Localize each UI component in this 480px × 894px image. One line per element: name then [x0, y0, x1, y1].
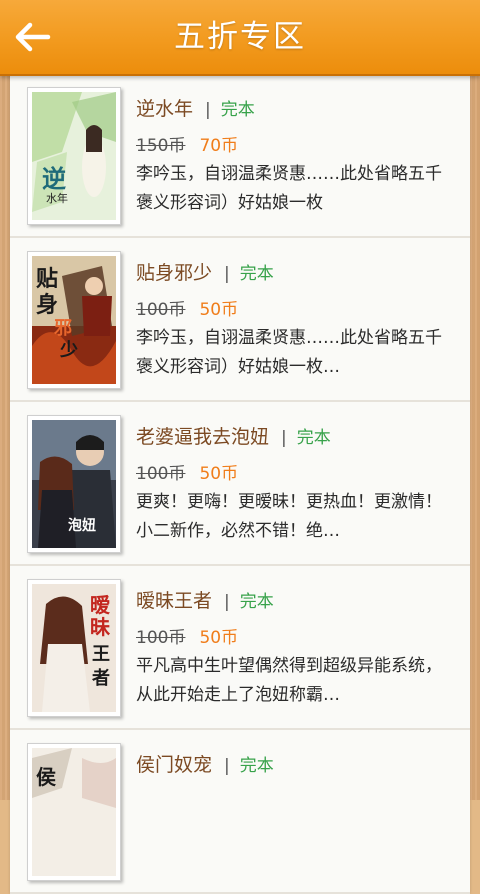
original-price: 100币 [136, 628, 186, 648]
status-badge: 完本 [239, 592, 274, 612]
price-row: 150币 70币 [136, 131, 238, 156]
svg-text:王: 王 [92, 644, 110, 665]
original-price: 100币 [136, 464, 186, 484]
discount-price: 50币 [199, 464, 239, 484]
discount-price: 50币 [199, 300, 239, 320]
book-list-item[interactable]: 暧 昧 王 者 暧昧王者 | 完本 100币 50币 平凡高中生叶望偶然得到超级异能系… [10, 566, 470, 730]
svg-text:暧: 暧 [90, 593, 111, 617]
book-title[interactable]: 贴身邪少 [136, 262, 212, 284]
book-list-item[interactable]: 泡妞 老婆逼我去泡妞 | 完本 100币 50币 更爽！更嗨！更暧昧！更热血！更激情！… [10, 402, 470, 566]
book-title[interactable]: 逆水年 [136, 98, 193, 120]
book-title[interactable]: 老婆逼我去泡妞 [136, 426, 269, 448]
book-cover: 泡妞 [27, 415, 121, 553]
price-row [136, 787, 150, 807]
svg-text:泡妞: 泡妞 [68, 517, 96, 534]
svg-text:侯: 侯 [36, 765, 57, 789]
book-title-row: 侯门奴宠 | 完本 [136, 750, 274, 777]
discount-price: 70币 [199, 136, 239, 156]
original-price: 100币 [136, 300, 186, 320]
arrow-left-icon [15, 22, 51, 52]
title-separator: | [224, 592, 230, 612]
book-title-row: 暧昧王者 | 完本 [136, 586, 274, 613]
title-separator: | [224, 756, 230, 776]
book-title-row: 贴身邪少 | 完本 [136, 258, 274, 285]
cover-illustration: 暧 昧 王 者 [32, 584, 116, 712]
book-cover: 贴 身 邪 少 [27, 251, 121, 389]
book-list-item[interactable]: 侯 侯门奴宠 | 完本 [10, 730, 470, 894]
price-row: 100币 50币 [136, 459, 238, 484]
book-title[interactable]: 暧昧王者 [136, 590, 212, 612]
book-cover: 侯 [27, 743, 121, 881]
book-description: 李吟玉，自诩温柔贤惠……此处省略五千褒义形容词）好姑娘一枚 [136, 164, 442, 213]
cover-art: 逆 水年 [32, 92, 116, 220]
book-description: 平凡高中生叶望偶然得到超级异能系统，从此开始走上了泡妞称霸… [136, 656, 442, 705]
svg-text:少: 少 [59, 340, 78, 361]
book-list: 逆 水年 逆水年 | 完本 150币 70币 李吟玉，自诩温柔贤惠……此处省略五千褒义… [10, 74, 470, 894]
book-list-item[interactable]: 逆 水年 逆水年 | 完本 150币 70币 李吟玉，自诩温柔贤惠……此处省略五千褒义… [10, 74, 470, 238]
cover-illustration: 侯 [32, 748, 116, 876]
status-badge: 完本 [296, 428, 331, 448]
cover-art: 泡妞 [32, 420, 116, 548]
original-price: 150币 [136, 136, 186, 156]
title-separator: | [205, 100, 211, 120]
book-description: 李吟玉，自诩温柔贤惠……此处省略五千褒义形容词）好姑娘一枚… [136, 328, 442, 377]
svg-text:邪: 邪 [53, 318, 72, 339]
status-badge: 完本 [239, 756, 274, 776]
svg-text:者: 者 [91, 668, 110, 689]
book-title-row: 逆水年 | 完本 [136, 94, 255, 121]
book-cover: 逆 水年 [27, 87, 121, 225]
title-separator: | [224, 264, 230, 284]
discount-price: 50币 [199, 628, 239, 648]
back-button[interactable] [8, 12, 58, 62]
price-row: 100币 50币 [136, 623, 238, 648]
price-row: 100币 50币 [136, 295, 238, 320]
svg-text:身: 身 [36, 292, 58, 318]
status-badge: 完本 [239, 264, 274, 284]
cover-art: 贴 身 邪 少 [32, 256, 116, 384]
svg-text:水年: 水年 [46, 191, 68, 205]
cover-art: 暧 昧 王 者 [32, 584, 116, 712]
book-list-item[interactable]: 贴 身 邪 少 贴身邪少 | 完本 100币 50币 李吟玉，自诩温柔贤惠……此处省略… [10, 238, 470, 402]
svg-text:逆: 逆 [42, 164, 66, 193]
cover-illustration: 逆 水年 [32, 92, 116, 220]
book-title[interactable]: 侯门奴宠 [136, 754, 212, 776]
title-separator: | [281, 428, 287, 448]
cover-illustration: 贴 身 邪 少 [32, 256, 116, 384]
svg-text:贴: 贴 [36, 266, 58, 292]
svg-text:昧: 昧 [90, 615, 111, 639]
status-badge: 完本 [220, 100, 255, 120]
book-cover: 暧 昧 王 者 [27, 579, 121, 717]
cover-art: 侯 [32, 748, 116, 876]
app-header: 五折专区 [0, 0, 480, 76]
page-title: 五折专区 [174, 19, 306, 55]
cover-illustration: 泡妞 [32, 420, 116, 548]
book-description: 更爽！更嗨！更暧昧！更热血！更激情！小二新作，必然不错！绝… [136, 492, 442, 541]
book-title-row: 老婆逼我去泡妞 | 完本 [136, 422, 331, 449]
